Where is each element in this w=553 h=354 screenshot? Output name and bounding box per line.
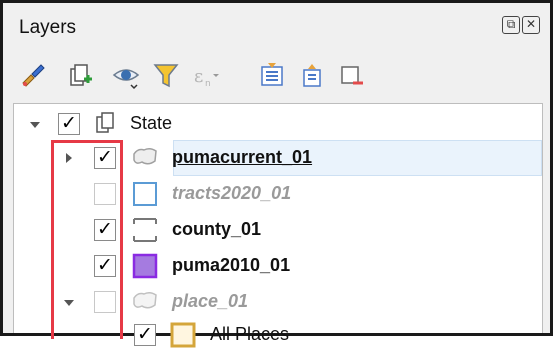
square-symbol-icon xyxy=(133,182,157,206)
filter-icon[interactable] xyxy=(151,61,181,91)
layers-panel: Layers ⧉ ✕ ε n ✓ State ✓ pumacurrent_01 … xyxy=(0,0,553,348)
add-group-icon[interactable] xyxy=(65,61,95,91)
visibility-eye-icon[interactable] xyxy=(111,61,141,91)
collapse-all-icon[interactable] xyxy=(297,61,327,91)
dashed-square-symbol-icon xyxy=(132,218,158,242)
polygon-symbol-icon xyxy=(133,291,157,309)
panel-title: Layers xyxy=(19,17,77,38)
group-state-checkbox[interactable]: ✓ xyxy=(58,113,80,135)
annotation-highlight-box xyxy=(51,140,123,339)
expression-filter-icon[interactable]: ε n xyxy=(191,61,221,91)
svg-text:ε: ε xyxy=(194,66,203,87)
panel-window-controls: ⧉ ✕ xyxy=(502,16,540,34)
layer-place-label: place_01 xyxy=(172,291,249,311)
group-icon xyxy=(96,112,114,133)
restore-icon[interactable]: ⧉ xyxy=(502,16,520,34)
expanded-arrow-icon[interactable] xyxy=(28,118,42,132)
style-brush-icon[interactable] xyxy=(17,61,47,91)
remove-layer-icon[interactable] xyxy=(337,61,367,91)
polygon-symbol-icon xyxy=(133,147,157,165)
svg-text:n: n xyxy=(205,79,211,89)
layer-tracts2020-label: tracts2020_01 xyxy=(172,183,292,203)
gold-square-symbol-icon xyxy=(170,322,196,348)
group-state-label: State xyxy=(130,113,173,133)
layer-all-places-label: All Places xyxy=(210,324,290,344)
close-icon[interactable]: ✕ xyxy=(522,16,540,34)
layer-puma2010-label: puma2010_01 xyxy=(172,255,291,275)
layer-group-state[interactable]: ✓ State xyxy=(14,106,542,142)
panel-title-bar: Layers ⧉ ✕ xyxy=(3,3,550,51)
layer-county-label: county_01 xyxy=(172,219,262,239)
layer-all-places-checkbox[interactable]: ✓ xyxy=(134,324,156,346)
layers-toolbar: ε n xyxy=(13,55,533,95)
layer-pumacurrent-label: pumacurrent_01 xyxy=(172,147,313,167)
expand-all-icon[interactable] xyxy=(257,61,287,91)
purple-square-symbol-icon xyxy=(132,253,158,279)
